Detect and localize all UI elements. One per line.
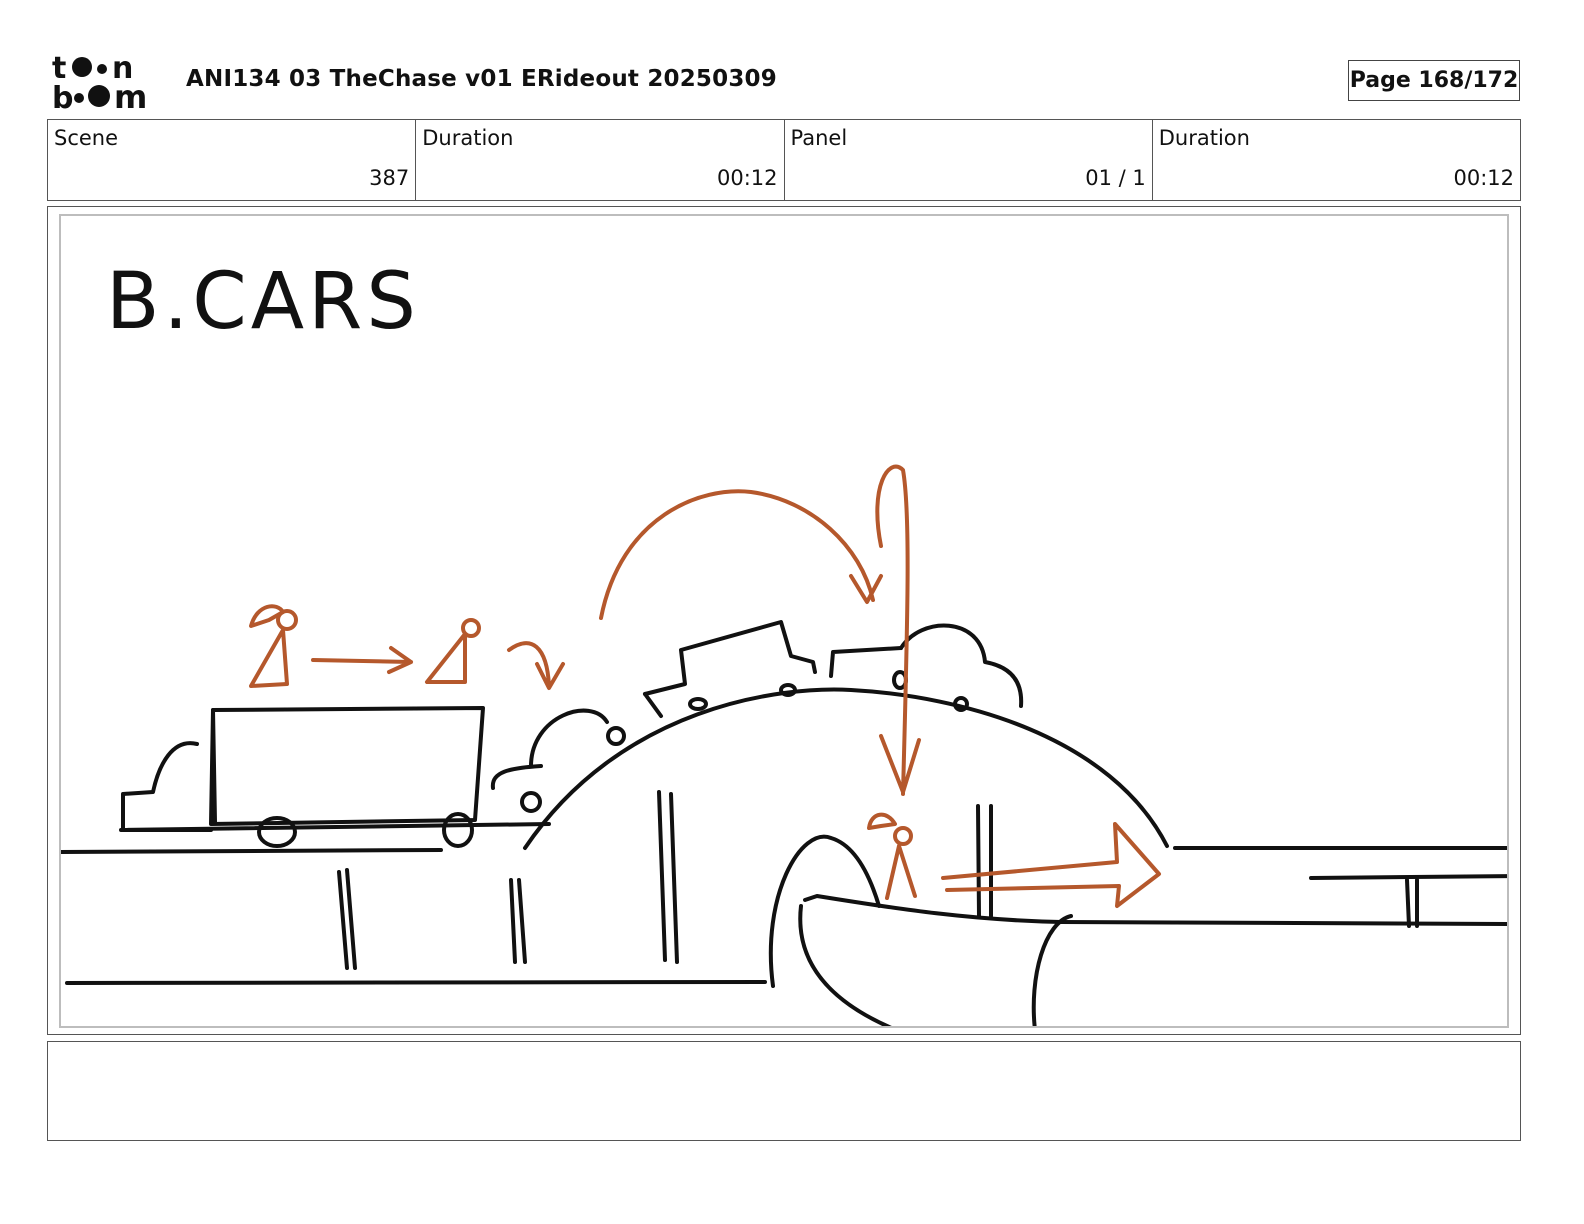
scene-label: Scene — [54, 126, 119, 150]
dialogue-notes-box[interactable] — [47, 1041, 1521, 1141]
panel-label: Panel — [790, 126, 848, 150]
toon-boom-logo: t n b m — [52, 51, 147, 112]
sketch-caption: B.CARS — [106, 257, 420, 347]
action-arrows — [249, 464, 1161, 908]
panel-value: 01 / 1 — [1085, 166, 1146, 190]
panel-sketch: B.CARS — [61, 257, 1507, 1026]
scene-duration-cell: Duration 00:12 — [416, 120, 785, 200]
panel-duration-cell: Duration 00:12 — [1153, 120, 1520, 200]
scene-duration-value: 00:12 — [716, 166, 778, 190]
panel-cell: Panel 01 / 1 — [785, 120, 1153, 200]
scene-duration-label: Duration — [422, 126, 514, 150]
storyboard-panel: B.CARS — [59, 214, 1509, 1028]
svg-text:b: b — [52, 81, 73, 112]
scene-info-table: Scene 387 Duration 00:12 Panel 01 / 1 Du… — [47, 119, 1521, 201]
scene-value: 387 — [369, 166, 410, 190]
panel-duration-label: Duration — [1158, 126, 1250, 150]
svg-text:m: m — [114, 78, 147, 112]
page-indicator: Page 168/172 — [1348, 60, 1520, 101]
document-title: ANI134 03 TheChase v01 ERideout 20250309 — [186, 66, 777, 92]
scene-cell: Scene 387 — [48, 120, 417, 200]
panel-duration-value: 00:12 — [1453, 166, 1514, 190]
